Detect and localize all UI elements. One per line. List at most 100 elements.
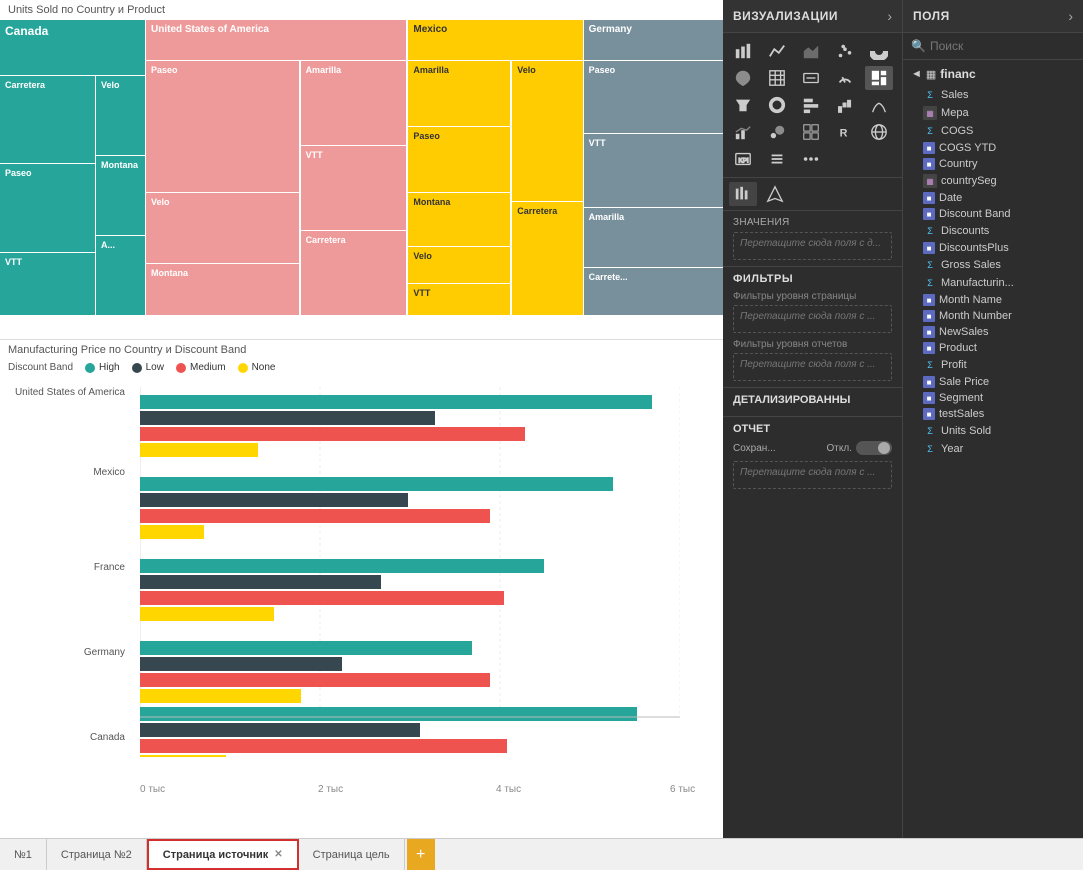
fields-panel-arrow[interactable]: › bbox=[1068, 8, 1073, 24]
field-item[interactable]: ΣManufacturin... bbox=[903, 274, 1083, 292]
filter-page-drop[interactable]: Перетащите сюда поля с ... bbox=[733, 305, 892, 333]
viz-icon-funnel[interactable] bbox=[729, 93, 757, 117]
tm-cell[interactable]: VTT bbox=[584, 133, 723, 206]
field-item[interactable]: ▦countrySeg bbox=[903, 172, 1083, 190]
tm-cell[interactable]: A... bbox=[96, 235, 145, 315]
viz-icon-scatter[interactable] bbox=[831, 39, 859, 63]
search-input[interactable] bbox=[930, 39, 1083, 53]
tm-usa[interactable]: United States of America bbox=[146, 20, 406, 60]
report-drop[interactable]: Перетащите сюда поля с ... bbox=[733, 461, 892, 489]
tab-close-icon[interactable]: ✕ bbox=[274, 849, 282, 860]
field-item[interactable]: ■NewSales bbox=[903, 324, 1083, 340]
viz-icon-donut[interactable] bbox=[763, 93, 791, 117]
field-item[interactable]: ▦Мера bbox=[903, 104, 1083, 122]
field-item[interactable]: ■Date bbox=[903, 190, 1083, 206]
viz-icon-bar[interactable] bbox=[729, 39, 757, 63]
field-item[interactable]: ΣGross Sales bbox=[903, 256, 1083, 274]
field-item[interactable]: ■testSales bbox=[903, 406, 1083, 422]
viz-icon-card[interactable] bbox=[797, 66, 825, 90]
viz-icon-waterfall[interactable] bbox=[831, 93, 859, 117]
field-name-label: Manufacturin... bbox=[941, 277, 1014, 289]
tm-cell[interactable]: Velo bbox=[511, 61, 582, 201]
tm-mexico[interactable]: Mexico bbox=[408, 20, 582, 60]
tab-add-button[interactable]: + bbox=[407, 839, 435, 870]
tm-cell[interactable]: Amarilla bbox=[300, 60, 407, 145]
viz-icon-combo[interactable] bbox=[729, 120, 757, 144]
viz-icon-more[interactable] bbox=[797, 147, 825, 171]
viz-icon-area[interactable] bbox=[797, 39, 825, 63]
viz-icon-r[interactable]: R bbox=[831, 120, 859, 144]
tab-1[interactable]: №1 bbox=[0, 839, 47, 870]
tm-cell[interactable]: Montana bbox=[146, 263, 299, 315]
field-item[interactable]: ■Month Number bbox=[903, 308, 1083, 324]
tab-target[interactable]: Страница цель bbox=[299, 839, 405, 870]
viz-icon-gauge[interactable] bbox=[831, 66, 859, 90]
tm-cell[interactable]: Paseo bbox=[408, 126, 510, 192]
field-item[interactable]: ΣProfit bbox=[903, 356, 1083, 374]
viz-icon-kpi[interactable]: KPI bbox=[729, 147, 757, 171]
toggle-switch[interactable] bbox=[856, 441, 892, 455]
tm-cell[interactable]: Carrete... bbox=[584, 267, 723, 315]
viz-icon-line[interactable] bbox=[763, 39, 791, 63]
field-item[interactable]: ■Segment bbox=[903, 390, 1083, 406]
tm-cell[interactable]: Carretera bbox=[511, 201, 582, 315]
tm-cell[interactable]: Montana bbox=[408, 192, 510, 246]
viz-icon-globe[interactable] bbox=[865, 120, 893, 144]
viz-icon-ribbon[interactable] bbox=[865, 93, 893, 117]
viz-icon-bubble[interactable] bbox=[763, 120, 791, 144]
field-item[interactable]: ■Month Name bbox=[903, 292, 1083, 308]
tm-cell[interactable]: VTT bbox=[300, 145, 407, 230]
tm-cell[interactable]: Carretera bbox=[300, 230, 407, 315]
viz-icon-treemap[interactable] bbox=[865, 66, 893, 90]
viz-values-drop[interactable]: Перетащите сюда поля с д... bbox=[733, 232, 892, 260]
treemap-section: Units Sold по Country и Product Canada C… bbox=[0, 0, 723, 340]
barchart-svg bbox=[140, 387, 680, 757]
viz-icon-slicer[interactable] bbox=[763, 147, 791, 171]
country-label-germany: Germany bbox=[0, 647, 135, 658]
field-item[interactable]: ΣCOGS bbox=[903, 122, 1083, 140]
tm-germany[interactable]: Germany bbox=[584, 20, 723, 60]
field-name-label: testSales bbox=[939, 408, 984, 420]
field-group-header[interactable]: ◄ ▦ financ bbox=[903, 64, 1083, 84]
viz-build-fields[interactable] bbox=[729, 182, 757, 206]
field-item[interactable]: ■Discount Band bbox=[903, 206, 1083, 222]
field-name-label: COGS YTD bbox=[939, 142, 996, 154]
tm-cell[interactable]: Paseo bbox=[0, 163, 95, 251]
viz-icon-matrix[interactable] bbox=[797, 120, 825, 144]
tab-source[interactable]: Страница источник ✕ bbox=[147, 839, 299, 870]
field-item[interactable]: ■Product bbox=[903, 340, 1083, 356]
tm-cell[interactable]: Montana bbox=[96, 155, 145, 235]
field-item[interactable]: ΣYear bbox=[903, 440, 1083, 458]
viz-build-format[interactable] bbox=[761, 182, 789, 206]
viz-icon-pie[interactable] bbox=[865, 39, 893, 63]
viz-panel-arrow[interactable]: › bbox=[887, 8, 892, 24]
field-type-icon: ■ bbox=[923, 342, 935, 354]
field-item[interactable]: ■COGS YTD bbox=[903, 140, 1083, 156]
tm-cell[interactable]: Velo bbox=[408, 246, 510, 283]
tm-cell[interactable]: Paseo bbox=[146, 60, 299, 192]
viz-panel-header: ВИЗУАЛИЗАЦИИ › bbox=[723, 0, 902, 33]
field-item[interactable]: ΣUnits Sold bbox=[903, 422, 1083, 440]
viz-icon-hbar[interactable] bbox=[797, 93, 825, 117]
filter-report-drop[interactable]: Перетащите сюда поля с ... bbox=[733, 353, 892, 381]
tm-cell[interactable]: VTT bbox=[408, 283, 510, 315]
tm-cell[interactable]: Amarilla bbox=[408, 61, 510, 126]
fields-panel-header: ПОЛЯ › bbox=[903, 0, 1083, 33]
field-item[interactable]: ■Country bbox=[903, 156, 1083, 172]
tm-canada[interactable]: Canada bbox=[0, 20, 145, 75]
tm-cell[interactable]: Carretera bbox=[0, 75, 95, 163]
field-type-icon: Σ bbox=[923, 88, 937, 102]
tm-cell[interactable]: Velo bbox=[146, 192, 299, 263]
tm-cell[interactable]: VTT bbox=[0, 252, 95, 315]
tm-cell[interactable]: Amarilla bbox=[584, 207, 723, 268]
field-item[interactable]: ΣSales bbox=[903, 86, 1083, 104]
viz-icon-map[interactable] bbox=[729, 66, 757, 90]
viz-icon-table[interactable] bbox=[763, 66, 791, 90]
legend-label: Discount Band bbox=[8, 362, 73, 373]
field-item[interactable]: ■Sale Price bbox=[903, 374, 1083, 390]
tab-2[interactable]: Страница №2 bbox=[47, 839, 147, 870]
field-item[interactable]: ΣDiscounts bbox=[903, 222, 1083, 240]
tm-cell[interactable]: Velo bbox=[96, 75, 145, 155]
tm-cell[interactable]: Paseo bbox=[584, 61, 723, 133]
field-item[interactable]: ■DiscountsPlus bbox=[903, 240, 1083, 256]
